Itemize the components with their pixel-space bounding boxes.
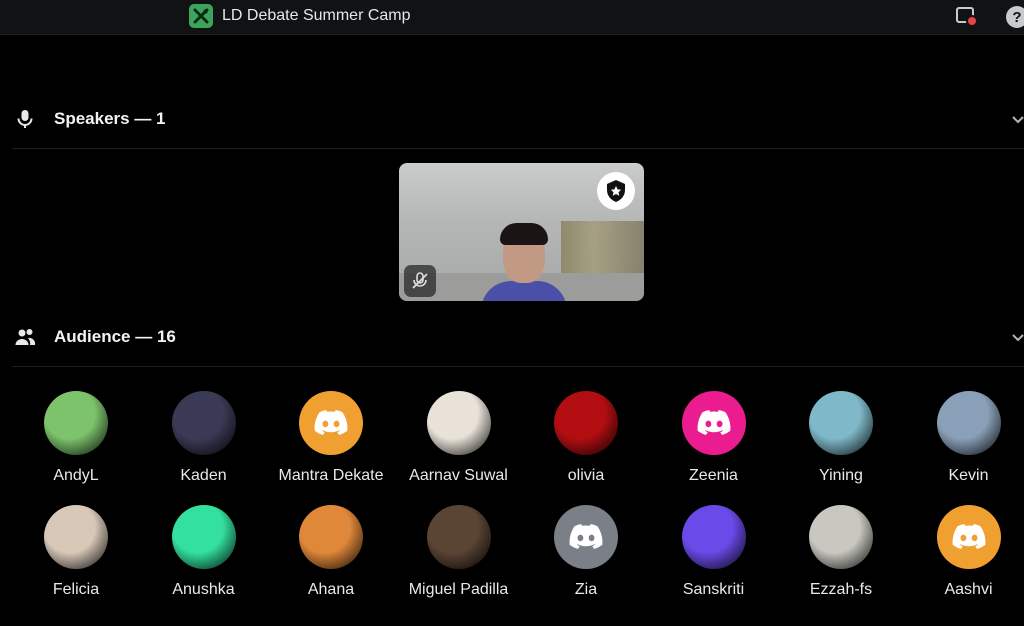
member-name: Sanskriti bbox=[682, 581, 745, 598]
member-name: Miguel Padilla bbox=[408, 581, 509, 598]
member-name: AndyL bbox=[53, 467, 99, 484]
audience-member[interactable]: Zeenia bbox=[650, 391, 778, 501]
avatar bbox=[554, 391, 618, 455]
audience-member[interactable]: Kevin bbox=[905, 391, 1024, 501]
audience-member[interactable]: AndyL bbox=[12, 391, 140, 501]
audience-member[interactable]: Anushka bbox=[140, 505, 268, 615]
audience-section-header[interactable]: Audience — 16 bbox=[0, 324, 1024, 352]
stage-channel-icon bbox=[189, 4, 213, 28]
audience-member[interactable]: Kaden bbox=[140, 391, 268, 501]
audience-member[interactable]: Aashvi bbox=[905, 505, 1024, 615]
audience-member[interactable]: Mantra Dekate bbox=[267, 391, 395, 501]
avatar bbox=[426, 505, 491, 569]
discord-logo-icon bbox=[299, 391, 363, 455]
audience-member[interactable]: Zia bbox=[522, 505, 650, 615]
divider bbox=[12, 148, 1024, 149]
member-name: Kevin bbox=[948, 467, 989, 484]
discord-logo-icon bbox=[554, 505, 618, 569]
member-name: Kaden bbox=[180, 467, 227, 484]
help-icon[interactable]: ? bbox=[1006, 6, 1024, 28]
avatar bbox=[809, 391, 873, 455]
people-icon bbox=[15, 329, 36, 345]
member-name: Zeenia bbox=[689, 467, 738, 484]
audience-member[interactable]: olivia bbox=[522, 391, 650, 501]
member-name: Yining bbox=[819, 467, 863, 484]
avatar bbox=[171, 505, 236, 569]
member-name: Mantra Dekate bbox=[278, 467, 384, 484]
audience-member[interactable]: Yining bbox=[777, 391, 905, 501]
member-name: Aashvi bbox=[944, 581, 993, 598]
chevron-down-icon[interactable] bbox=[1010, 330, 1024, 346]
moderator-badge-icon bbox=[597, 172, 635, 210]
avatar bbox=[426, 391, 491, 455]
member-name: Aarnav Suwal bbox=[409, 467, 508, 484]
avatar bbox=[171, 391, 236, 455]
member-name: Zia bbox=[574, 581, 598, 598]
microphone-icon bbox=[17, 110, 33, 128]
screen-share-icon[interactable] bbox=[955, 6, 979, 28]
speaker-figure bbox=[500, 223, 548, 245]
chevron-down-icon[interactable] bbox=[1010, 112, 1024, 128]
audience-member[interactable]: Felicia bbox=[12, 505, 140, 615]
audience-member[interactable]: Aarnav Suwal bbox=[395, 391, 523, 501]
avatar bbox=[299, 505, 363, 569]
member-name: olivia bbox=[567, 467, 605, 484]
avatar bbox=[681, 505, 746, 569]
member-name: Ezzah-fs bbox=[809, 581, 873, 598]
member-name: Felicia bbox=[52, 581, 100, 598]
member-name: Anushka bbox=[172, 581, 235, 598]
avatar bbox=[809, 505, 873, 569]
audience-member[interactable]: Ahana bbox=[267, 505, 395, 615]
avatar bbox=[44, 391, 108, 455]
muted-microphone-icon bbox=[404, 265, 436, 297]
top-bar: LD Debate Summer Camp ? bbox=[0, 0, 1024, 35]
speakers-title: Speakers — 1 bbox=[54, 109, 166, 128]
server-title: LD Debate Summer Camp bbox=[222, 7, 411, 24]
divider bbox=[12, 366, 1024, 367]
member-name: Ahana bbox=[307, 581, 355, 598]
audience-member[interactable]: Miguel Padilla bbox=[395, 505, 523, 615]
speakers-section-header[interactable]: Speakers — 1 bbox=[0, 106, 1024, 134]
discord-logo-icon bbox=[936, 505, 1001, 569]
avatar bbox=[44, 505, 108, 569]
avatar bbox=[936, 391, 1001, 455]
audience-title: Audience — 16 bbox=[54, 327, 176, 346]
audience-member[interactable]: Ezzah-fs bbox=[777, 505, 905, 615]
discord-logo-icon bbox=[681, 391, 746, 455]
audience-member[interactable]: Sanskriti bbox=[650, 505, 778, 615]
